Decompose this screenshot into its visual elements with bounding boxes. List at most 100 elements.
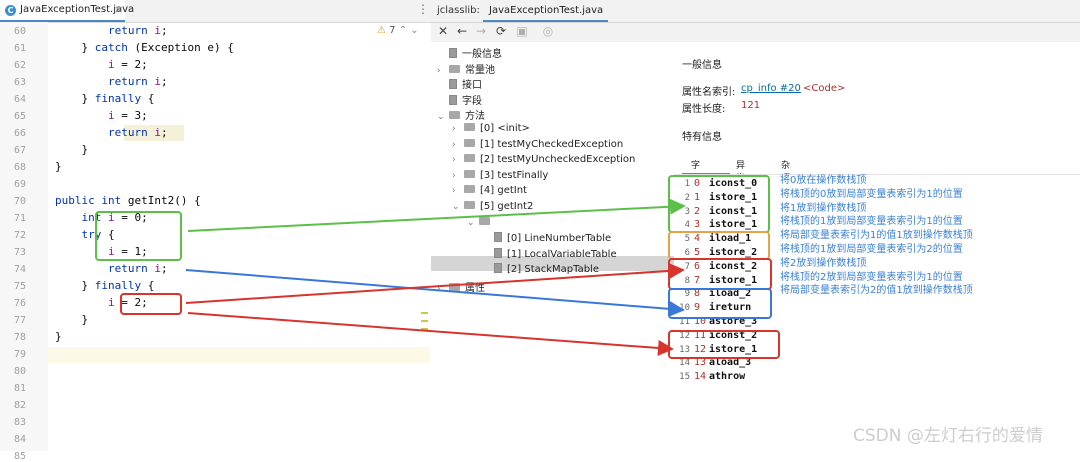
folder-icon <box>449 283 460 291</box>
tree-node-label: [4] getInt <box>480 185 527 197</box>
bytecode-offset: 4 <box>694 233 701 245</box>
bytecode-instruction[interactable]: iload_1 <box>709 233 751 244</box>
tree-node[interactable]: [1] LocalVariableTable <box>482 247 617 264</box>
bytecode-line-number: 11 <box>679 317 690 327</box>
forward-icon[interactable]: → <box>474 24 488 38</box>
bytecode-line-number: 14 <box>679 358 690 369</box>
tree-node[interactable]: 字段 <box>437 92 482 108</box>
tree-node-label: [2] StackMapTable <box>507 264 599 276</box>
bytecode-instruction[interactable]: aload_3 <box>709 357 751 368</box>
chevron-icon[interactable]: › <box>452 171 462 181</box>
bytecode-instruction[interactable]: iconst_0 <box>709 178 757 189</box>
jclasslib-tab[interactable]: JavaExceptionTest.java <box>483 0 608 22</box>
bytecode-listing[interactable]: 1 0 iconst_0 2 1 istore_1 3 2 iconst_1 4 3 istore_1… <box>674 174 1080 452</box>
chevron-icon[interactable]: ⌄ <box>452 202 462 212</box>
tree-node[interactable]: [0] LineNumberTable <box>482 232 611 248</box>
attr-name-link[interactable]: cp_info #20 <box>741 83 801 94</box>
bytecode-line-number: 3 <box>684 206 690 217</box>
tree-node-label: [5] getInt2 <box>480 201 534 212</box>
editor-tab[interactable]: C JavaExceptionTest.java × <box>0 0 134 22</box>
tree-node[interactable]: › [4] getInt <box>452 185 527 201</box>
general-info-title: 一般信息 <box>682 60 722 71</box>
chevron-icon[interactable]: › <box>437 66 447 76</box>
tree-node[interactable]: › 属性 <box>437 279 485 295</box>
bytecode-instruction[interactable]: istore_1 <box>709 275 757 286</box>
browser-icon[interactable]: ◎ <box>541 24 555 38</box>
bytecode-offset: 1 <box>694 191 701 203</box>
tree-node[interactable]: 一般信息 <box>437 45 502 61</box>
chevron-icon[interactable]: ⌄ <box>467 218 477 228</box>
line-number: 62 <box>13 60 26 71</box>
line-number: 78 <box>13 332 26 343</box>
chevron-icon[interactable]: › <box>452 155 462 165</box>
line-number: 68 <box>13 162 26 173</box>
chevron-icon[interactable]: › <box>452 124 462 134</box>
bytecode-line-number: 7 <box>684 261 690 272</box>
bytecode-instruction[interactable]: istore_1 <box>709 192 757 203</box>
code-line: i = 2; <box>107 58 148 71</box>
tree-node[interactable]: › [2] testMyUncheckedException <box>452 154 635 170</box>
attr-length-value: 121 <box>741 100 761 111</box>
tree-node[interactable]: › [0] <init> <box>452 123 530 139</box>
bytecode-instruction[interactable]: ireturn <box>709 302 751 313</box>
code-line: } finally { <box>55 279 155 292</box>
bytecode-instruction[interactable]: istore_2 <box>709 247 757 258</box>
chevron-up-icon[interactable]: ⌃ <box>399 25 407 36</box>
chevron-down-icon[interactable]: ⌄ <box>410 25 418 36</box>
code-line: } <box>55 313 89 326</box>
bytecode-offset: 13 <box>694 357 707 369</box>
file-icon <box>449 48 457 58</box>
bytecode-instruction[interactable]: athrow <box>709 371 745 382</box>
file-icon <box>494 263 502 274</box>
tree-node[interactable]: › 常量池 <box>437 61 495 77</box>
more-options-icon[interactable]: ⋮ <box>417 2 429 16</box>
line-number: 61 <box>13 43 26 54</box>
bytecode-instruction[interactable]: istore_1 <box>709 344 757 355</box>
editor-tab-bar: C JavaExceptionTest.java × ⋮ <box>0 0 431 23</box>
bytecode-instruction[interactable]: iconst_1 <box>709 206 757 217</box>
bytecode-comment: 将局部变量表索引为1的值1放到操作数栈顶 <box>780 230 973 242</box>
tree-node-label: 字段 <box>462 95 482 107</box>
line-number: 66 <box>13 128 26 139</box>
chevron-icon[interactable]: › <box>452 186 462 196</box>
tree-node[interactable]: › [1] testMyCheckedException <box>452 138 623 155</box>
tree-node[interactable]: 接口 <box>437 76 482 92</box>
folder-icon <box>464 185 475 194</box>
tree-node[interactable]: ⌄ [0] Code <box>467 216 538 233</box>
close-icon[interactable]: ✕ <box>436 24 450 38</box>
bytecode-line-number: 6 <box>684 248 690 258</box>
bytecode-line-number: 5 <box>684 234 690 245</box>
code-line: i = 1; <box>107 245 148 258</box>
save-icon[interactable]: ▣ <box>515 24 529 38</box>
tree-node[interactable]: ⌄ 方法 <box>437 107 485 123</box>
bytecode-instruction[interactable]: iload_2 <box>709 288 751 299</box>
reload-icon[interactable]: ⟳ <box>494 24 508 38</box>
bytecode-comment: 将2放到操作数栈顶 <box>780 257 867 269</box>
bytecode-line-number: 12 <box>679 330 690 341</box>
bytecode-line-number: 8 <box>684 275 690 286</box>
line-number: 77 <box>13 315 26 326</box>
watermark: CSDN @左灯右行的爱情 <box>853 426 1043 446</box>
bytecode-instruction[interactable]: istore_1 <box>709 219 757 230</box>
bytecode-instruction[interactable]: astore_3 <box>709 316 757 327</box>
folder-icon <box>449 111 460 120</box>
tree-node[interactable]: › [3] testFinally <box>452 169 548 186</box>
line-number: 74 <box>13 264 26 275</box>
warning-indicator[interactable]: ⚠ 7 ⌃ ⌄ <box>377 25 419 36</box>
chevron-icon[interactable]: › <box>452 140 462 150</box>
bytecode-instruction[interactable]: iconst_2 <box>709 330 757 341</box>
line-number: 84 <box>13 434 26 445</box>
scroll-marker <box>421 320 428 322</box>
chevron-icon[interactable]: ⌄ <box>437 112 447 122</box>
bytecode-instruction[interactable]: iconst_2 <box>709 261 757 272</box>
back-icon[interactable]: ← <box>455 24 469 38</box>
chevron-icon[interactable]: › <box>437 284 447 294</box>
scroll-marker <box>421 328 428 330</box>
specific-info-title: 特有信息 <box>682 132 722 143</box>
jclasslib-label: jclasslib: <box>437 5 480 16</box>
close-icon[interactable]: × <box>114 3 123 16</box>
bytecode-comment: 将栈顶的1放到局部变量表索引为2的位置 <box>780 244 963 255</box>
tree-node[interactable]: [2] StackMapTable <box>482 263 599 279</box>
tree-node[interactable]: ⌄ [5] getInt2 <box>452 201 533 217</box>
jclasslib-tab-bar: jclasslib: JavaExceptionTest.java <box>431 0 1080 23</box>
